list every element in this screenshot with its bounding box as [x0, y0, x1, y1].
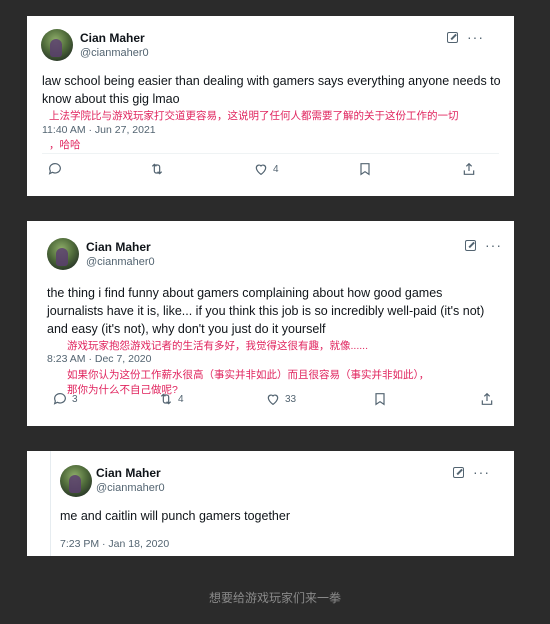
retweet-button[interactable] — [149, 161, 169, 177]
like-button[interactable]: 33 — [265, 391, 296, 407]
translation-line: ，哈哈 — [49, 139, 81, 151]
display-name[interactable]: Cian Maher — [80, 31, 145, 45]
share-button[interactable] — [461, 161, 477, 177]
user-handle[interactable]: @cianmaher0 — [80, 47, 149, 59]
retweet-icon — [160, 393, 172, 405]
grok-icon[interactable] — [453, 467, 464, 478]
more-icon[interactable]: ··· — [485, 238, 502, 252]
more-icon[interactable]: ··· — [467, 30, 484, 44]
share-button[interactable] — [479, 391, 495, 407]
tweet-card-3: Cian Maher @cianmaher0 ··· me and caitli… — [27, 451, 514, 556]
avatar[interactable] — [60, 465, 92, 497]
reply-icon — [48, 163, 61, 175]
share-icon — [481, 392, 493, 405]
like-icon — [267, 394, 279, 406]
bookmark-icon — [360, 163, 370, 176]
display-name[interactable]: Cian Maher — [86, 240, 151, 254]
bookmark-button[interactable] — [357, 161, 373, 177]
like-count: 33 — [285, 393, 297, 405]
grok-icon[interactable] — [447, 32, 458, 43]
retweet-count: 4 — [178, 393, 184, 405]
avatar[interactable] — [41, 29, 73, 61]
like-button[interactable]: 4 — [253, 161, 279, 177]
timestamp[interactable]: 8:23 AM · Dec 7, 2020 — [47, 353, 151, 365]
like-icon — [255, 164, 267, 176]
more-icon[interactable]: ··· — [473, 465, 490, 479]
avatar[interactable] — [47, 238, 79, 270]
reply-button[interactable] — [47, 161, 67, 177]
display-name[interactable]: Cian Maher — [96, 466, 161, 480]
grok-icon[interactable] — [465, 240, 476, 251]
reply-count: 3 — [72, 393, 78, 405]
timestamp[interactable]: 7:23 PM · Jan 18, 2020 — [60, 538, 169, 550]
bookmark-button[interactable] — [372, 391, 388, 407]
user-handle[interactable]: @cianmaher0 — [86, 256, 155, 268]
translation-line: 游戏玩家抱怨游戏记者的生活有多好，我觉得这很有趣，就像...... — [67, 340, 369, 352]
tweet-text: the thing i find funny about gamers comp… — [47, 286, 485, 336]
retweet-button[interactable]: 4 — [158, 391, 184, 407]
timestamp[interactable]: 11:40 AM · Jun 27, 2021 — [42, 124, 156, 136]
tweet-card-1: Cian Maher @cianmaher0 ··· law school be… — [27, 16, 514, 196]
user-handle[interactable]: @cianmaher0 — [96, 482, 165, 494]
tweet-text: law school being easier than dealing wit… — [42, 74, 501, 106]
tweet-card-2: Cian Maher @cianmaher0 ··· the thing i f… — [27, 221, 514, 426]
divider — [42, 153, 499, 154]
reply-button[interactable]: 3 — [52, 391, 78, 407]
reply-icon — [53, 393, 66, 405]
share-icon — [463, 162, 475, 175]
thread-line — [50, 451, 51, 556]
retweet-icon — [151, 163, 163, 175]
like-count: 4 — [273, 163, 279, 175]
bookmark-icon — [375, 393, 385, 406]
translation-line: 如果你认为这份工作薪水很高（事实并非如此）而且很容易（事实并非如此）， — [67, 369, 430, 381]
caption: 想要给游戏玩家们来一拳 — [208, 591, 341, 605]
translation-line: 上法学院比与游戏玩家打交道更容易，这说明了任何人都需要了解的关于这份工作的一切 — [49, 110, 459, 122]
tweet-text: me and caitlin will punch gamers togethe… — [60, 509, 290, 523]
